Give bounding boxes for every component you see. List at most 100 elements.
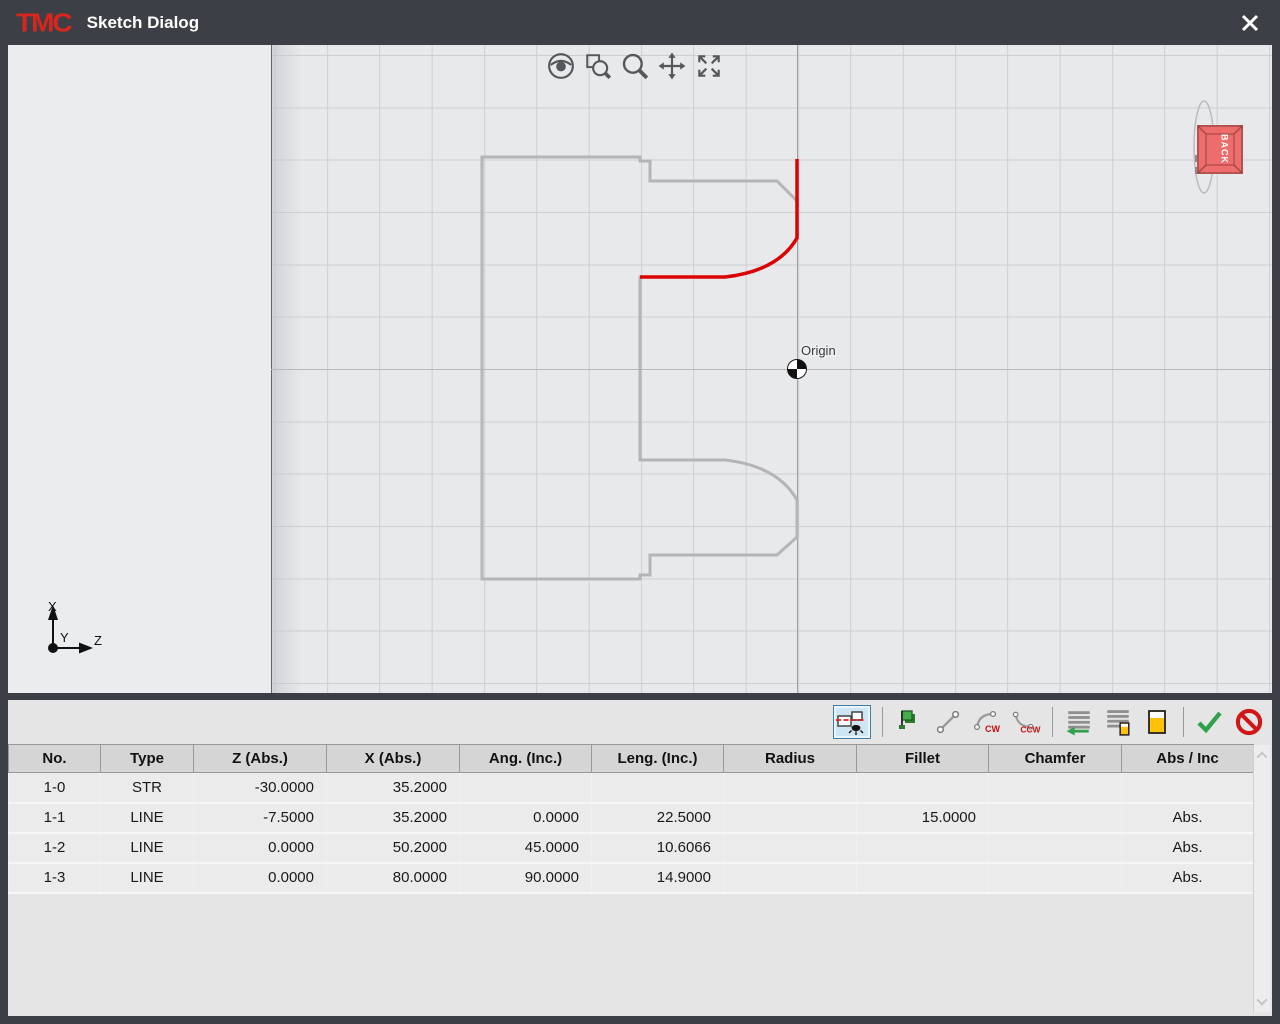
table-scrollbar[interactable]: [1253, 745, 1270, 1012]
flag-icon: [896, 708, 922, 736]
arc-cw-button[interactable]: CW: [972, 707, 1002, 737]
line-icon: [935, 709, 961, 735]
cell-fillet[interactable]: [857, 863, 989, 893]
cell-leng[interactable]: 22.5000: [592, 803, 724, 833]
col-header-chamfer: Chamfer: [989, 745, 1122, 773]
cell-absinc[interactable]: Abs.: [1122, 803, 1254, 833]
view-eye-icon: [547, 52, 575, 80]
cell-z[interactable]: -30.0000: [194, 773, 327, 803]
window-title: Sketch Dialog: [87, 13, 199, 33]
back-widget[interactable]: BACK: [1168, 55, 1268, 195]
sketch-toolbar: CW CCW: [8, 700, 1264, 744]
insert-row-before-button[interactable]: [1064, 707, 1094, 737]
fit-view-button[interactable]: [694, 51, 724, 81]
toolbar-separator: [882, 707, 883, 737]
col-header-type: Type: [101, 745, 194, 773]
sketch-dialog-window: TMC Sketch Dialog Origi: [0, 0, 1280, 1024]
cell-z[interactable]: 0.0000: [194, 863, 327, 893]
axis-label-x: X: [48, 599, 57, 614]
cell-ang[interactable]: 90.0000: [460, 863, 592, 893]
confirm-button[interactable]: [1195, 707, 1225, 737]
cell-leng[interactable]: 14.9000: [592, 863, 724, 893]
insert-row-after-button[interactable]: [1103, 707, 1133, 737]
toolbar-separator: [1183, 707, 1184, 737]
cell-radius: [724, 833, 857, 863]
scroll-up-icon[interactable]: [1256, 751, 1267, 762]
col-header-z: Z (Abs.): [194, 745, 327, 773]
cell-radius: [724, 803, 857, 833]
insert-row-after-icon: [1104, 708, 1132, 736]
z-axis-line: [271, 369, 1272, 370]
cw-label: CW: [985, 724, 1000, 734]
cell-no[interactable]: 1-3: [9, 863, 101, 893]
cell-chamfer: [989, 773, 1122, 803]
cell-x[interactable]: 50.2000: [327, 833, 460, 863]
close-button[interactable]: [1236, 9, 1264, 37]
cancel-icon: [1235, 708, 1263, 736]
title-bar: TMC Sketch Dialog: [0, 0, 1280, 45]
arc-cw-icon: CW: [972, 709, 1002, 735]
flag-button[interactable]: [894, 707, 924, 737]
cell-z[interactable]: -7.5000: [194, 803, 327, 833]
cell-type[interactable]: LINE: [101, 863, 194, 893]
sketch-elements-table: No. Type Z (Abs.) X (Abs.) Ang. (Inc.) L…: [8, 744, 1254, 894]
cell-fillet: [857, 773, 989, 803]
cell-z[interactable]: 0.0000: [194, 833, 327, 863]
view-toolbar: [546, 51, 724, 81]
cell-x[interactable]: 80.0000: [327, 863, 460, 893]
axis-label-y: Y: [60, 630, 69, 645]
confirm-check-icon: [1195, 709, 1225, 735]
cell-no[interactable]: 1-2: [9, 833, 101, 863]
cell-ang[interactable]: 0.0000: [460, 803, 592, 833]
table-row[interactable]: 1-3 LINE 0.0000 80.0000 90.0000 14.9000 …: [9, 863, 1254, 893]
pan-button[interactable]: [657, 51, 687, 81]
table-row[interactable]: 1-0 STR -30.0000 35.2000: [9, 773, 1254, 803]
cell-leng[interactable]: 10.6066: [592, 833, 724, 863]
x-axis-line: [797, 45, 798, 693]
axis-label-z: Z: [94, 633, 102, 648]
view-eye-button[interactable]: [546, 51, 576, 81]
cell-type[interactable]: STR: [101, 773, 194, 803]
cell-no[interactable]: 1-0: [9, 773, 101, 803]
cell-fillet[interactable]: 15.0000: [857, 803, 989, 833]
scroll-down-icon[interactable]: [1256, 994, 1267, 1005]
table-header-row: No. Type Z (Abs.) X (Abs.) Ang. (Inc.) L…: [9, 745, 1254, 773]
table-row[interactable]: 1-1 LINE -7.5000 35.2000 0.0000 22.5000 …: [9, 803, 1254, 833]
cell-chamfer[interactable]: [989, 833, 1122, 863]
zoom-button[interactable]: [620, 51, 650, 81]
zoom-window-button[interactable]: [583, 51, 613, 81]
edit-cell-button[interactable]: [1142, 707, 1172, 737]
sketch-canvas[interactable]: Origin X Y Z: [8, 45, 1272, 693]
cell-no[interactable]: 1-1: [9, 803, 101, 833]
edit-cell-icon: [1145, 708, 1169, 736]
toolbar-separator: [1052, 707, 1053, 737]
cell-x[interactable]: 35.2000: [327, 803, 460, 833]
cell-type[interactable]: LINE: [101, 833, 194, 863]
cell-absinc[interactable]: Abs.: [1122, 833, 1254, 863]
col-header-radius: Radius: [724, 745, 857, 773]
cell-leng: [592, 773, 724, 803]
cell-x[interactable]: 35.2000: [327, 773, 460, 803]
sketch-table-panel: CW CCW: [8, 700, 1272, 1016]
tmc-logo: TMC: [16, 8, 71, 37]
cell-absinc[interactable]: Abs.: [1122, 863, 1254, 893]
arc-ccw-icon: CCW: [1011, 709, 1041, 735]
table-row[interactable]: 1-2 LINE 0.0000 50.2000 45.0000 10.6066 …: [9, 833, 1254, 863]
line-tool-button[interactable]: [933, 707, 963, 737]
col-header-leng: Leng. (Inc.): [592, 745, 724, 773]
profile-view-toggle-button[interactable]: [833, 705, 871, 739]
cell-ang[interactable]: 45.0000: [460, 833, 592, 863]
col-header-absinc: Abs / Inc: [1122, 745, 1254, 773]
zoom-icon: [621, 52, 649, 80]
col-header-ang: Ang. (Inc.): [460, 745, 592, 773]
cell-fillet[interactable]: [857, 833, 989, 863]
cancel-button[interactable]: [1234, 707, 1264, 737]
cell-type[interactable]: LINE: [101, 803, 194, 833]
ccw-label: CCW: [1020, 724, 1040, 734]
back-label: BACK: [1220, 134, 1230, 164]
cell-chamfer[interactable]: [989, 803, 1122, 833]
cell-absinc: [1122, 773, 1254, 803]
col-header-no: No.: [9, 745, 101, 773]
cell-chamfer[interactable]: [989, 863, 1122, 893]
arc-ccw-button[interactable]: CCW: [1011, 707, 1041, 737]
